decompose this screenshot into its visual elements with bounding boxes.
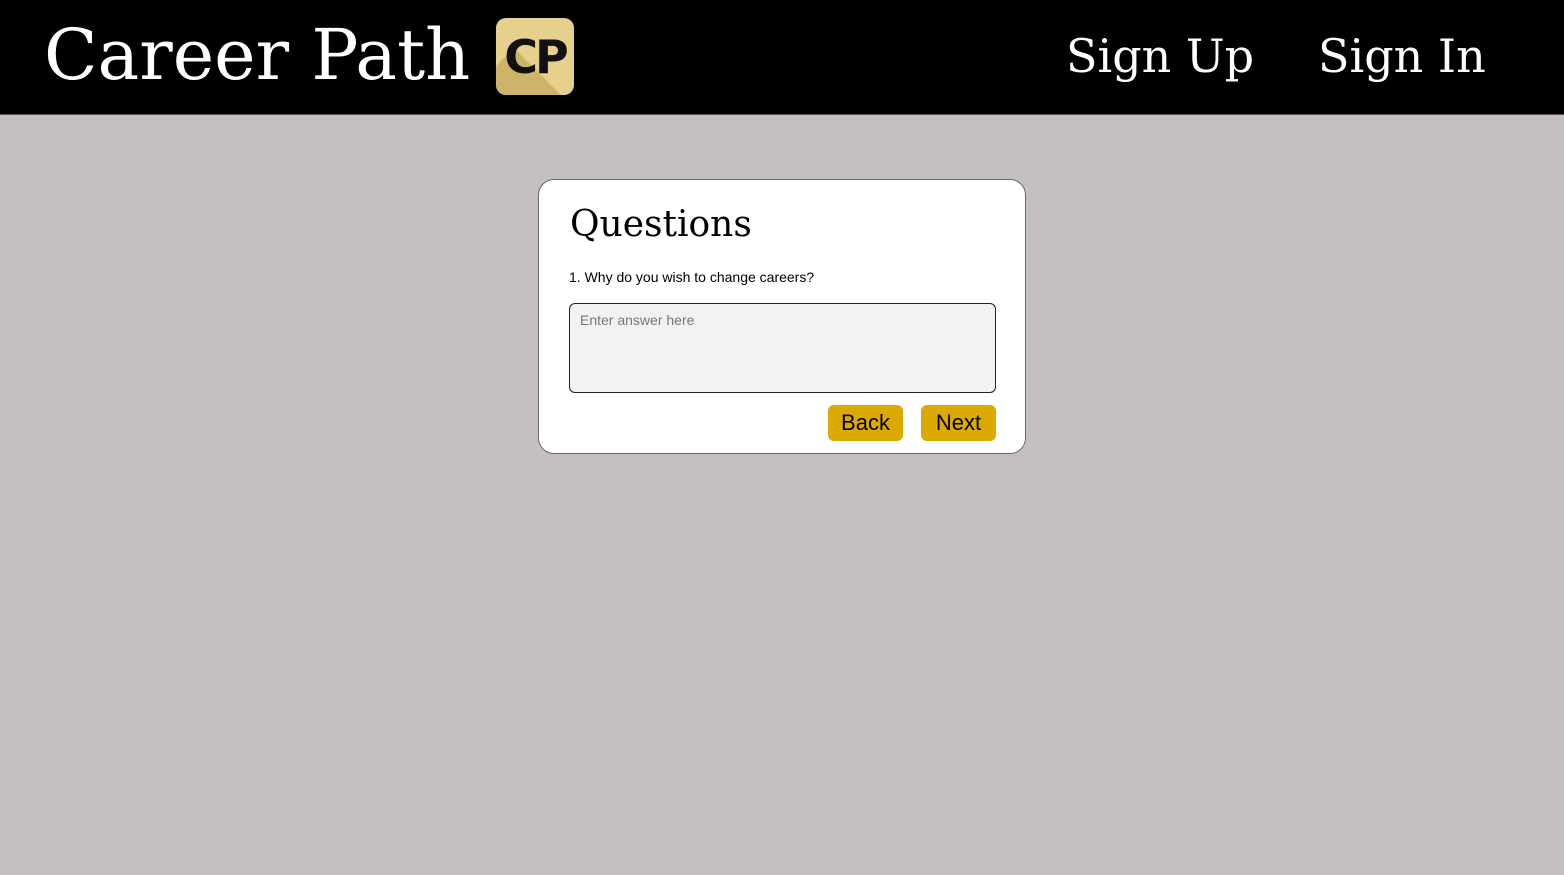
questions-card: Questions 1. Why do you wish to change c… bbox=[538, 179, 1026, 454]
question-label: 1. Why do you wish to change careers? bbox=[569, 269, 815, 285]
back-button[interactable]: Back bbox=[828, 405, 903, 441]
logo-text: CP bbox=[504, 29, 568, 84]
sign-in-link[interactable]: Sign In bbox=[1318, 24, 1486, 88]
logo-badge-icon[interactable]: CP bbox=[496, 18, 574, 95]
site-title[interactable]: Career Path bbox=[44, 10, 470, 100]
questions-heading: Questions bbox=[570, 204, 752, 245]
answer-textarea[interactable] bbox=[569, 303, 996, 393]
next-button[interactable]: Next bbox=[921, 405, 996, 441]
top-header: Career Path CP Sign Up Sign In bbox=[0, 0, 1564, 115]
sign-up-link[interactable]: Sign Up bbox=[1066, 24, 1254, 88]
